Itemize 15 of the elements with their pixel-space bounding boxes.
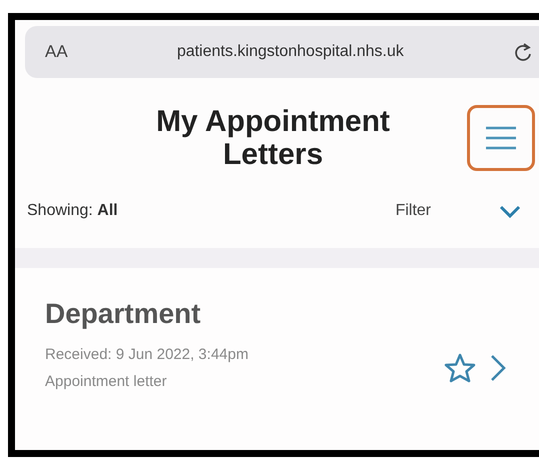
url-text: patients.kingstonhospital.nhs.uk [176, 43, 405, 61]
chevron-right-icon[interactable] [489, 353, 507, 383]
menu-button[interactable] [467, 105, 535, 171]
showing-label: Showing: All [27, 202, 119, 220]
star-icon[interactable] [443, 352, 477, 384]
page-title: My Appointment Letters [155, 105, 391, 171]
filter-button[interactable]: Filter [395, 202, 431, 220]
letter-type: Appointment letter [45, 373, 168, 390]
menu-icon [485, 125, 517, 151]
received-date: Received: 9 Jun 2022, 3:44pm [45, 346, 250, 363]
reload-icon[interactable] [513, 41, 533, 63]
department-name: Department [45, 298, 202, 330]
chevron-icon[interactable] [499, 204, 521, 218]
address-bar[interactable]: AA patients.kingstonhospital.nhs.uk [25, 26, 539, 78]
text-size-button[interactable]: AA [45, 42, 68, 62]
